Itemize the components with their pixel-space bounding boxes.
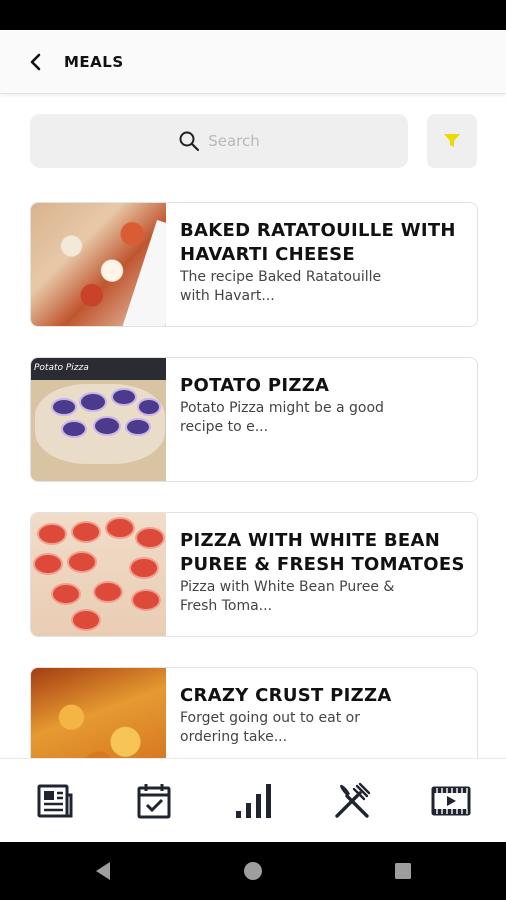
- nav-videos[interactable]: [421, 771, 481, 831]
- meal-card[interactable]: BAKED RATATOUILLE WITH HAVARTI CHEESE Th…: [30, 202, 478, 327]
- calendar-check-icon: [137, 783, 171, 818]
- home-circle-icon: [244, 862, 262, 880]
- filter-button[interactable]: [427, 114, 477, 168]
- meal-title: POTATO PIZZA: [180, 375, 330, 396]
- app-header: MEALS: [0, 30, 506, 94]
- meal-card[interactable]: CRAZY CRUST PIZZA Forget going out to ea…: [30, 667, 478, 758]
- status-bar: [0, 0, 506, 30]
- system-recents-button[interactable]: [383, 851, 423, 891]
- system-back-button[interactable]: [83, 851, 123, 891]
- search-input[interactable]: Search: [30, 114, 408, 168]
- back-button[interactable]: [16, 42, 56, 82]
- nav-planner[interactable]: [124, 771, 184, 831]
- bar-chart-icon: [235, 783, 271, 818]
- meal-card[interactable]: PIZZA WITH WHITE BEAN PUREE & FRESH TOMA…: [30, 512, 478, 637]
- nav-news[interactable]: [25, 771, 85, 831]
- filter-icon: [444, 134, 460, 147]
- nav-meals[interactable]: [322, 771, 382, 831]
- meal-thumbnail: [31, 668, 166, 758]
- meal-thumbnail: [31, 513, 166, 636]
- meal-title: PIZZA WITH WHITE BEAN PUREE & FRESH TOMA…: [180, 530, 465, 575]
- meal-list: BAKED RATATOUILLE WITH HAVARTI CHEESE Th…: [30, 202, 478, 758]
- system-home-button[interactable]: [233, 851, 273, 891]
- fork-knife-icon: [335, 782, 370, 818]
- meal-description: Potato Pizza might be a good recipe to e…: [180, 400, 384, 435]
- meal-thumbnail: Potato Pizza: [31, 358, 166, 481]
- meal-description: Forget going out to eat or ordering take…: [180, 710, 360, 745]
- film-play-icon: [431, 786, 471, 815]
- search-placeholder: Search: [208, 132, 260, 150]
- nav-stats[interactable]: [223, 771, 283, 831]
- meal-title: CRAZY CRUST PIZZA: [180, 685, 392, 706]
- meal-card[interactable]: Potato Pizza POTATO PIZZA Potato Pizza m…: [30, 357, 478, 482]
- meal-description: The recipe Baked Ratatouille with Havart…: [180, 269, 382, 304]
- system-navigation-bar: [0, 842, 506, 900]
- thumbnail-caption: Potato Pizza: [34, 363, 89, 373]
- chevron-left-icon: [30, 53, 41, 70]
- newspaper-icon: [37, 784, 73, 817]
- search-row: Search: [30, 114, 477, 168]
- meal-title: BAKED RATATOUILLE WITH HAVARTI CHEESE: [180, 220, 456, 265]
- bottom-navigation: [0, 758, 506, 842]
- page-title: MEALS: [64, 52, 124, 71]
- recents-square-icon: [395, 863, 411, 879]
- back-triangle-icon: [96, 862, 110, 880]
- meal-description: Pizza with White Bean Puree & Fresh Toma…: [180, 579, 395, 614]
- meal-thumbnail: [31, 203, 166, 326]
- search-icon: [179, 131, 200, 152]
